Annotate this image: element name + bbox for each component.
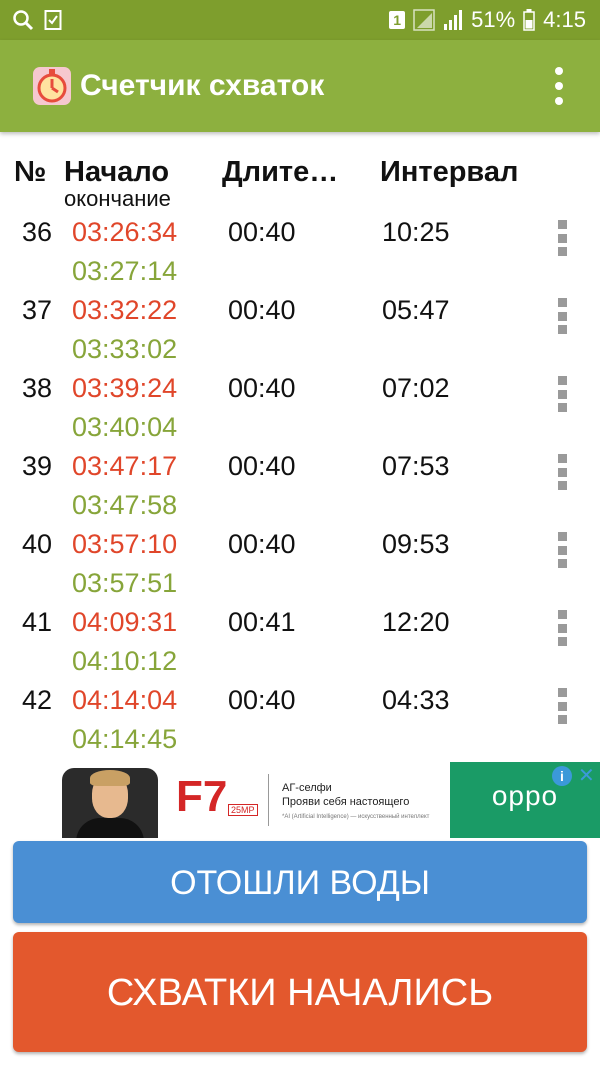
end-time: 03:57:51 xyxy=(72,568,178,598)
ad-banner[interactable]: F7 25MP АГ-селфи Прояви себя настоящего … xyxy=(0,762,600,838)
duration: 00:40 xyxy=(228,529,296,559)
duration: 00:41 xyxy=(228,607,296,637)
end-time: 03:33:02 xyxy=(72,334,178,364)
interval: 07:02 xyxy=(382,373,450,403)
table-row[interactable]: 39 03:47:17 03:47:58 00:40 07:53 xyxy=(0,446,600,524)
table-row[interactable]: 42 04:14:04 04:14:45 00:40 04:33 xyxy=(0,680,600,758)
start-time: 04:09:31 xyxy=(72,607,178,637)
table-row[interactable]: 41 04:09:31 04:10:12 00:41 12:20 xyxy=(0,602,600,680)
duration: 00:40 xyxy=(228,451,296,481)
start-time: 03:26:34 xyxy=(72,217,178,247)
battery-percent: 51% xyxy=(471,7,516,32)
end-time: 03:27:14 xyxy=(72,256,178,286)
table-row[interactable]: 38 03:39:24 03:40:04 00:40 07:02 xyxy=(0,368,600,446)
interval: 05:47 xyxy=(382,295,450,325)
column-header-start: Начало xyxy=(64,156,170,188)
row-menu-icon[interactable] xyxy=(556,376,568,412)
row-number: 41 xyxy=(22,607,53,637)
interval: 09:53 xyxy=(382,529,450,559)
interval: 04:33 xyxy=(382,685,450,715)
ad-divider xyxy=(268,774,269,826)
stopwatch-logo-icon xyxy=(32,66,72,106)
battery-icon xyxy=(523,9,535,31)
app-title: Счетчик схваток xyxy=(80,69,325,102)
row-number: 39 xyxy=(22,451,53,481)
status-bar: 1 51% 4:15 xyxy=(0,0,600,40)
start-time: 03:47:17 xyxy=(72,451,178,481)
column-header-interval: Интервал xyxy=(380,156,519,188)
search-icon xyxy=(12,9,34,31)
start-time: 03:57:10 xyxy=(72,529,178,559)
waters-broke-button[interactable]: ОТОШЛИ ВОДЫ xyxy=(13,841,587,923)
start-time: 04:14:04 xyxy=(72,685,178,715)
row-menu-icon[interactable] xyxy=(556,454,568,490)
row-number: 37 xyxy=(22,295,53,325)
row-menu-icon[interactable] xyxy=(556,220,568,256)
app-bar: Счетчик схваток xyxy=(0,40,600,132)
table-header: № Начало окончание Длите… Интервал xyxy=(0,150,600,211)
ad-model: F7 xyxy=(176,772,228,821)
contractions-list[interactable]: 36 03:26:34 03:27:14 00:40 10:25 37 03:3… xyxy=(0,212,600,758)
sim-badge: 1 xyxy=(389,11,406,29)
end-time: 03:40:04 xyxy=(72,412,178,442)
duration: 00:40 xyxy=(228,217,296,247)
table-row[interactable]: 40 03:57:10 03:57:51 00:40 09:53 xyxy=(0,524,600,602)
column-header-duration: Длите… xyxy=(222,156,339,188)
interval: 12:20 xyxy=(382,607,450,637)
row-number: 40 xyxy=(22,529,53,559)
signal-bars-icon xyxy=(443,9,463,31)
ad-close-icon[interactable]: ✕ xyxy=(578,763,595,788)
duration: 00:40 xyxy=(228,373,296,403)
interval: 07:53 xyxy=(382,451,450,481)
column-header-number: № xyxy=(14,156,47,188)
row-number: 36 xyxy=(22,217,53,247)
contractions-started-button[interactable]: СХВАТКИ НАЧАЛИСЬ xyxy=(13,932,587,1052)
row-number: 42 xyxy=(22,685,53,715)
ad-camera-badge: 25MP xyxy=(228,804,258,816)
row-number: 38 xyxy=(22,373,53,403)
signal-icon xyxy=(413,9,435,31)
end-time: 03:47:58 xyxy=(72,490,178,520)
end-time: 04:14:45 xyxy=(72,724,178,754)
row-menu-icon[interactable] xyxy=(556,532,568,568)
checklist-icon xyxy=(44,9,62,31)
ad-info-icon[interactable]: i xyxy=(552,766,572,786)
row-menu-icon[interactable] xyxy=(556,298,568,334)
table-row[interactable]: 37 03:32:22 03:33:02 00:40 05:47 xyxy=(0,290,600,368)
start-time: 03:32:22 xyxy=(72,295,178,325)
column-subheader-end: окончание xyxy=(64,186,171,211)
end-time: 04:10:12 xyxy=(72,646,178,676)
ad-footnote: *AI (Artificial Intelligence) — искусств… xyxy=(282,814,430,820)
ad-photo xyxy=(62,768,158,838)
table-row[interactable]: 36 03:26:34 03:27:14 00:40 10:25 xyxy=(0,212,600,290)
row-menu-icon[interactable] xyxy=(556,688,568,724)
start-time: 03:39:24 xyxy=(72,373,178,403)
ad-tagline: Прояви себя настоящего xyxy=(282,796,410,808)
row-menu-icon[interactable] xyxy=(556,610,568,646)
ad-headline: АГ-селфи xyxy=(282,782,332,794)
duration: 00:40 xyxy=(228,295,296,325)
more-vert-icon[interactable] xyxy=(554,67,564,105)
duration: 00:40 xyxy=(228,685,296,715)
interval: 10:25 xyxy=(382,217,450,247)
clock: 4:15 xyxy=(543,7,586,32)
